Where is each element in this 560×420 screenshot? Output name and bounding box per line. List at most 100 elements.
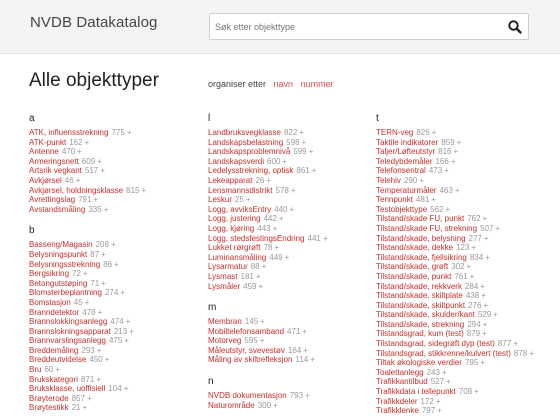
object-type-link[interactable]: Mobiltelefonsamband — [208, 327, 284, 336]
plus-icon[interactable]: + — [480, 282, 485, 291]
object-type-item[interactable]: Armeringsnett 609 + — [29, 157, 199, 167]
plus-icon[interactable]: + — [262, 262, 267, 271]
object-type-item[interactable]: Taljer/Løfteutstyr 816 + — [376, 147, 546, 157]
plus-icon[interactable]: + — [126, 317, 131, 326]
plus-icon[interactable]: + — [93, 195, 98, 204]
object-type-link[interactable]: Branndetektor — [29, 308, 79, 317]
object-type-item[interactable]: Logg, kjøring 443 + — [208, 224, 378, 234]
object-type-link[interactable]: Lukket rørgrøft — [208, 243, 260, 252]
object-type-link[interactable]: Betongutstøping — [29, 279, 87, 288]
object-type-item[interactable]: Mobiltelefonsamband 471 + — [208, 327, 378, 337]
plus-icon[interactable]: + — [105, 355, 110, 364]
plus-icon[interactable]: + — [457, 138, 462, 147]
object-type-link[interactable]: Landskapsproblemnivå — [208, 147, 290, 156]
object-type-link[interactable]: Taljer/Løfteutstyr — [376, 147, 435, 156]
object-type-item[interactable]: Avrettingslag 791 + — [29, 195, 199, 205]
plus-icon[interactable]: + — [493, 310, 498, 319]
object-type-item[interactable]: NVDB dokumentasjon 793 + — [208, 391, 378, 401]
plus-icon[interactable]: + — [446, 377, 451, 386]
object-type-link[interactable]: Tilstand/skade FU, punkt — [376, 214, 464, 223]
object-type-item[interactable]: Lekeapparat 26 + — [208, 176, 378, 186]
plus-icon[interactable]: + — [285, 253, 290, 262]
plus-icon[interactable]: + — [273, 401, 278, 410]
plus-icon[interactable]: + — [260, 336, 265, 345]
plus-icon[interactable]: + — [129, 327, 134, 336]
object-type-item[interactable]: Naturområde 300 + — [208, 401, 378, 411]
object-type-item[interactable]: Branndetektor 478 + — [29, 308, 199, 318]
object-type-item[interactable]: Logg, justering 442 + — [208, 214, 378, 224]
object-type-link[interactable]: Blomsterbeplantning — [29, 288, 102, 297]
object-type-item[interactable]: Landskapsproblemnivå 599 + — [208, 147, 378, 157]
object-type-link[interactable]: Motorveg — [208, 336, 241, 345]
plus-icon[interactable]: + — [484, 234, 489, 243]
object-type-item[interactable]: Avstandsmåling 335 + — [29, 205, 199, 215]
object-type-link[interactable]: Basseng/Magasin — [29, 240, 93, 249]
object-type-link[interactable]: Lysmåler — [208, 282, 240, 291]
plus-icon[interactable]: + — [485, 253, 490, 262]
plus-icon[interactable]: + — [82, 403, 87, 412]
object-type-item[interactable]: Basseng/Magasin 208 + — [29, 240, 199, 250]
object-type-link[interactable]: Tilstand/skade, strekning — [376, 320, 464, 329]
object-type-item[interactable]: Tilstand/skade, strekning 294 + — [376, 320, 546, 330]
plus-icon[interactable]: + — [302, 138, 307, 147]
plus-icon[interactable]: + — [124, 384, 129, 393]
object-type-item[interactable]: Blomsterbeplantning 274 + — [29, 288, 199, 298]
object-type-link[interactable]: Ledelysstrekning, optisk — [208, 166, 293, 175]
plus-icon[interactable]: + — [513, 339, 518, 348]
object-type-item[interactable]: Leskur 25 + — [208, 195, 378, 205]
object-type-item[interactable]: Motorveg 595 + — [208, 336, 378, 346]
object-type-item[interactable]: Landskapsbelastning 598 + — [208, 138, 378, 148]
plus-icon[interactable]: + — [77, 147, 82, 156]
object-type-link[interactable]: Tilstand/skade, punkt — [376, 272, 451, 281]
object-type-link[interactable]: Trafikkantilbud — [376, 377, 428, 386]
object-type-item[interactable]: Tilstand/skade, skulder/kant 529 + — [376, 310, 546, 320]
plus-icon[interactable]: + — [483, 320, 488, 329]
organise-by-number-link[interactable]: nummer — [301, 79, 334, 89]
plus-icon[interactable]: + — [85, 138, 90, 147]
plus-icon[interactable]: + — [274, 243, 279, 252]
object-type-item[interactable]: Telefonsentral 473 + — [376, 166, 546, 176]
object-type-link[interactable]: TERN-veg — [376, 128, 413, 137]
object-type-item[interactable]: Tilstand/skade, skiltpunkt 276 + — [376, 301, 546, 311]
object-type-item[interactable]: Breddeutvidelse 450 + — [29, 355, 199, 365]
object-type-link[interactable]: Lensmannsdistrikt — [208, 186, 272, 195]
object-type-link[interactable]: Logg, kjøring — [208, 224, 254, 233]
app-brand[interactable]: NVDB Datakatalog — [30, 14, 158, 31]
object-type-link[interactable]: Logg, avviksEntry — [208, 205, 271, 214]
object-type-link[interactable]: Bomstasjon — [29, 298, 71, 307]
object-type-link[interactable]: Naturområde — [208, 401, 255, 410]
plus-icon[interactable]: + — [96, 375, 101, 384]
object-type-link[interactable]: Lysmast — [208, 272, 238, 281]
object-type-item[interactable]: Tilstand/skade, dekke 123 + — [376, 243, 546, 253]
object-type-link[interactable]: Taktile indikatorer — [376, 138, 438, 147]
plus-icon[interactable]: + — [305, 391, 310, 400]
object-type-link[interactable]: Trafikkdata i tellepunkt — [376, 387, 456, 396]
object-type-item[interactable]: Trafikkdeler 172 + — [376, 397, 546, 407]
plus-icon[interactable]: + — [451, 157, 456, 166]
plus-icon[interactable]: + — [437, 406, 442, 415]
object-type-link[interactable]: Avrettingslag — [29, 195, 75, 204]
search-input[interactable] — [210, 14, 500, 39]
plus-icon[interactable]: + — [97, 157, 102, 166]
object-type-item[interactable]: Lensmannsdistrikt 578 + — [208, 186, 378, 196]
plus-icon[interactable]: + — [273, 224, 278, 233]
object-type-item[interactable]: Tilstand/skade, skiltplate 438 + — [376, 291, 546, 301]
plus-icon[interactable]: + — [104, 205, 109, 214]
object-type-item[interactable]: Antenne 470 + — [29, 147, 199, 157]
object-type-link[interactable]: Måleutstyr, svevestøv — [208, 346, 285, 355]
object-type-item[interactable]: Tilstandsgrad, stikkrenne/kulvert (test)… — [376, 349, 546, 359]
plus-icon[interactable]: + — [259, 282, 264, 291]
object-type-item[interactable]: Taktile indikatorer 859 + — [376, 138, 546, 148]
object-type-link[interactable]: Antenne — [29, 147, 59, 156]
object-type-item[interactable]: Tilstand/skade, fjellsikring 834 + — [376, 253, 546, 263]
object-type-link[interactable]: Brannslokkingsanlegg — [29, 317, 107, 326]
object-type-link[interactable]: Breddeutvidelse — [29, 355, 86, 364]
plus-icon[interactable]: + — [76, 176, 81, 185]
object-type-link[interactable]: Landskapsverdi — [208, 157, 264, 166]
plus-icon[interactable]: + — [85, 298, 90, 307]
object-type-item[interactable]: Tilstand/skade, belysning 277 + — [376, 234, 546, 244]
object-type-item[interactable]: Brøyterode 857 + — [29, 394, 199, 404]
object-type-link[interactable]: Tennpunkt — [376, 195, 413, 204]
plus-icon[interactable]: + — [474, 387, 479, 396]
plus-icon[interactable]: + — [471, 243, 476, 252]
